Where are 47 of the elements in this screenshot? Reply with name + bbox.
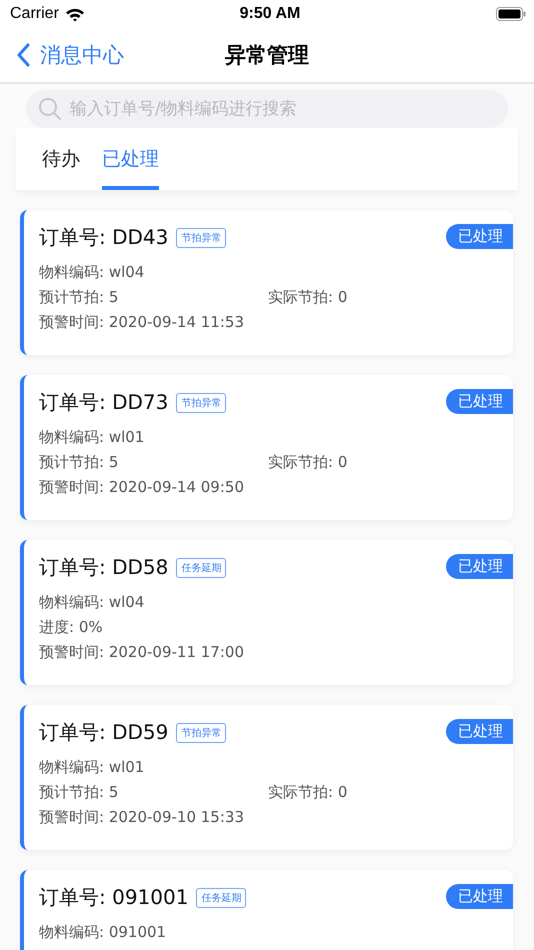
status-badge: 已处理 bbox=[446, 224, 513, 249]
alert-card[interactable]: 订单号: 091001 任务延期 已处理 物料编码: 091001 bbox=[20, 870, 513, 950]
wifi-icon bbox=[64, 6, 85, 22]
alert-type-tag: 节拍异常 bbox=[176, 722, 226, 742]
detail-text: 进度: 0% bbox=[39, 618, 104, 637]
status-badge: 已处理 bbox=[446, 554, 513, 579]
detail-text: 预计节拍: 5 bbox=[39, 783, 120, 802]
tab[interactable]: 待办 bbox=[42, 128, 80, 190]
alert-card[interactable]: 订单号: DD59 节拍异常 已处理 物料编码: wl01 预计节拍: 5 实际节拍: 0 预警时间: 2020-09-10 15:33 bbox=[20, 705, 513, 850]
detail-text: 预警时间: 2020-09-10 15:33 bbox=[39, 808, 245, 827]
alert-card[interactable]: 订单号: DD58 任务延期 已处理 物料编码: wl04 进度: 0% 预警时间: 2020-09-11 17:00 bbox=[20, 540, 513, 685]
page-title: 异常管理 bbox=[225, 42, 309, 69]
detail-text: 预计节拍: 5 bbox=[39, 288, 120, 307]
order-number: 订单号: DD59 bbox=[39, 719, 168, 746]
status-badge: 已处理 bbox=[446, 389, 513, 414]
detail-text: 预警时间: 2020-09-11 17:00 bbox=[39, 643, 245, 662]
detail-text: 实际节拍: 0 bbox=[268, 288, 348, 307]
order-number: 订单号: DD43 bbox=[39, 224, 168, 251]
detail-text: 物料编码: wl01 bbox=[39, 758, 146, 777]
chevron-left-icon bbox=[16, 43, 30, 67]
back-button[interactable]: 消息中心 bbox=[0, 41, 124, 69]
detail-text: 物料编码: wl04 bbox=[39, 263, 146, 282]
order-number: 订单号: DD73 bbox=[39, 389, 168, 416]
battery-icon bbox=[496, 7, 526, 21]
status-badge: 已处理 bbox=[446, 884, 513, 909]
carrier-label: Carrier bbox=[10, 5, 59, 23]
alert-type-tag: 节拍异常 bbox=[176, 228, 226, 248]
alert-type-tag: 任务延期 bbox=[176, 558, 226, 578]
tab[interactable]: 已处理 bbox=[102, 128, 159, 190]
detail-text: 预警时间: 2020-09-14 11:53 bbox=[39, 313, 245, 332]
detail-text: 物料编码: 091001 bbox=[39, 923, 168, 942]
search-icon bbox=[38, 97, 62, 121]
order-number: 订单号: 091001 bbox=[39, 884, 188, 911]
detail-text: 实际节拍: 0 bbox=[268, 453, 348, 472]
alert-card[interactable]: 订单号: DD73 节拍异常 已处理 物料编码: wl01 预计节拍: 5 实际节拍: 0 预警时间: 2020-09-14 09:50 bbox=[20, 375, 513, 520]
detail-text: 物料编码: wl01 bbox=[39, 428, 146, 447]
alert-type-tag: 节拍异常 bbox=[176, 392, 226, 412]
detail-text: 预计节拍: 5 bbox=[39, 453, 120, 472]
detail-text: 实际节拍: 0 bbox=[268, 783, 348, 802]
status-badge: 已处理 bbox=[446, 719, 513, 744]
order-number: 订单号: DD58 bbox=[39, 554, 168, 581]
alert-card[interactable]: 订单号: DD43 节拍异常 已处理 物料编码: wl04 预计节拍: 5 实际节拍: 0 预警时间: 2020-09-14 11:53 bbox=[20, 210, 513, 355]
alert-type-tag: 任务延期 bbox=[196, 888, 246, 908]
detail-text: 预警时间: 2020-09-14 09:50 bbox=[39, 478, 245, 497]
detail-text: 物料编码: wl04 bbox=[39, 593, 146, 612]
status-time: 9:50 AM bbox=[240, 5, 300, 23]
search-field[interactable]: 输入订单号/物料编码进行搜索 bbox=[26, 90, 508, 128]
